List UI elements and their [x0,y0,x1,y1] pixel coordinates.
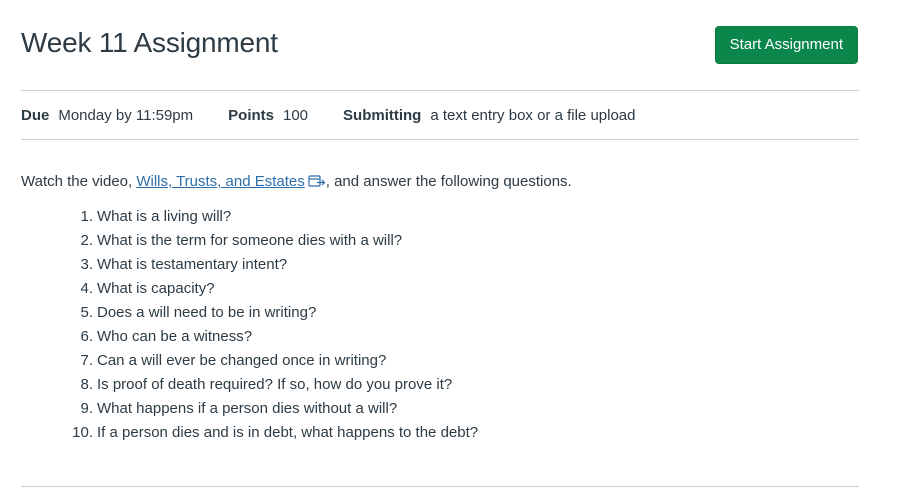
question-item: 7. Can a will ever be changed once in wri… [67,349,478,373]
submitting-label: Submitting [343,106,422,124]
question-number: 6. [80,328,93,345]
question-item: 2. What is the term for someone dies with… [67,229,478,253]
question-text: Is proof of death required? If so, how d… [97,376,453,393]
question-text: If a person dies and is in debt, what ha… [97,424,479,441]
due-label: Due [21,106,50,124]
question-number: 8. [80,376,93,393]
question-list: 1. What is a living will? 2. What is the te… [67,205,478,445]
question-item: 5. Does a will need to be in writing? [67,301,478,325]
question-text: Does a will need to be in writing? [97,304,317,321]
question-number: 3. [80,256,93,273]
due-value: Monday by 11:59pm [58,106,194,124]
question-text: Who can be a witness? [97,328,253,345]
video-link[interactable]: Wills, Trusts, and Estates [136,173,304,190]
question-number: 9. [80,400,93,417]
question-number: 5. [80,304,93,321]
question-number: 4. [80,280,93,297]
description-intro: Watch the video, Wills, Trusts, and Esta… [21,171,572,195]
assignment-header: Week 11 Assignment Start Assignment [21,24,859,66]
question-item: 8. Is proof of death required? If so, how… [67,373,478,397]
question-number: 1. [80,208,93,225]
question-text: What happens if a person dies without a … [97,400,398,417]
question-number: 2. [80,232,93,249]
assignment-details: Due Monday by 11:59pm Points 100 Submitt… [21,104,670,126]
submitting-value: a text entry box or a file upload [430,106,636,124]
question-item: 10. If a person dies and is in debt, what… [67,421,478,445]
external-link-icon[interactable] [308,173,326,195]
start-assignment-button[interactable]: Start Assignment [714,26,858,64]
question-text: What is the term for someone dies with a… [97,232,403,249]
header-divider [21,90,859,91]
question-text: Can a will ever be changed once in writi… [97,352,387,369]
question-item: 3. What is testamentary intent? [67,253,478,277]
intro-text-before: Watch the video, [21,173,137,190]
points-label: Points [228,106,274,124]
question-number: 10. [72,424,93,441]
intro-text-after: , and answer the following questions. [325,173,572,190]
question-item: 9. What happens if a person dies without … [67,397,478,421]
footer-divider [21,486,859,487]
question-text: What is a living will? [97,208,232,225]
question-number: 7. [80,352,93,369]
question-text: What is testamentary intent? [97,256,288,273]
question-item: 6. Who can be a witness? [67,325,478,349]
question-item: 1. What is a living will? [67,205,478,229]
assignment-page: Week 11 Assignment Start Assignment Due … [0,0,908,488]
points-value: 100 [283,106,309,124]
details-divider [21,139,859,140]
question-text: What is capacity? [97,280,215,297]
page-title: Week 11 Assignment [21,27,278,58]
question-item: 4. What is capacity? [67,277,478,301]
